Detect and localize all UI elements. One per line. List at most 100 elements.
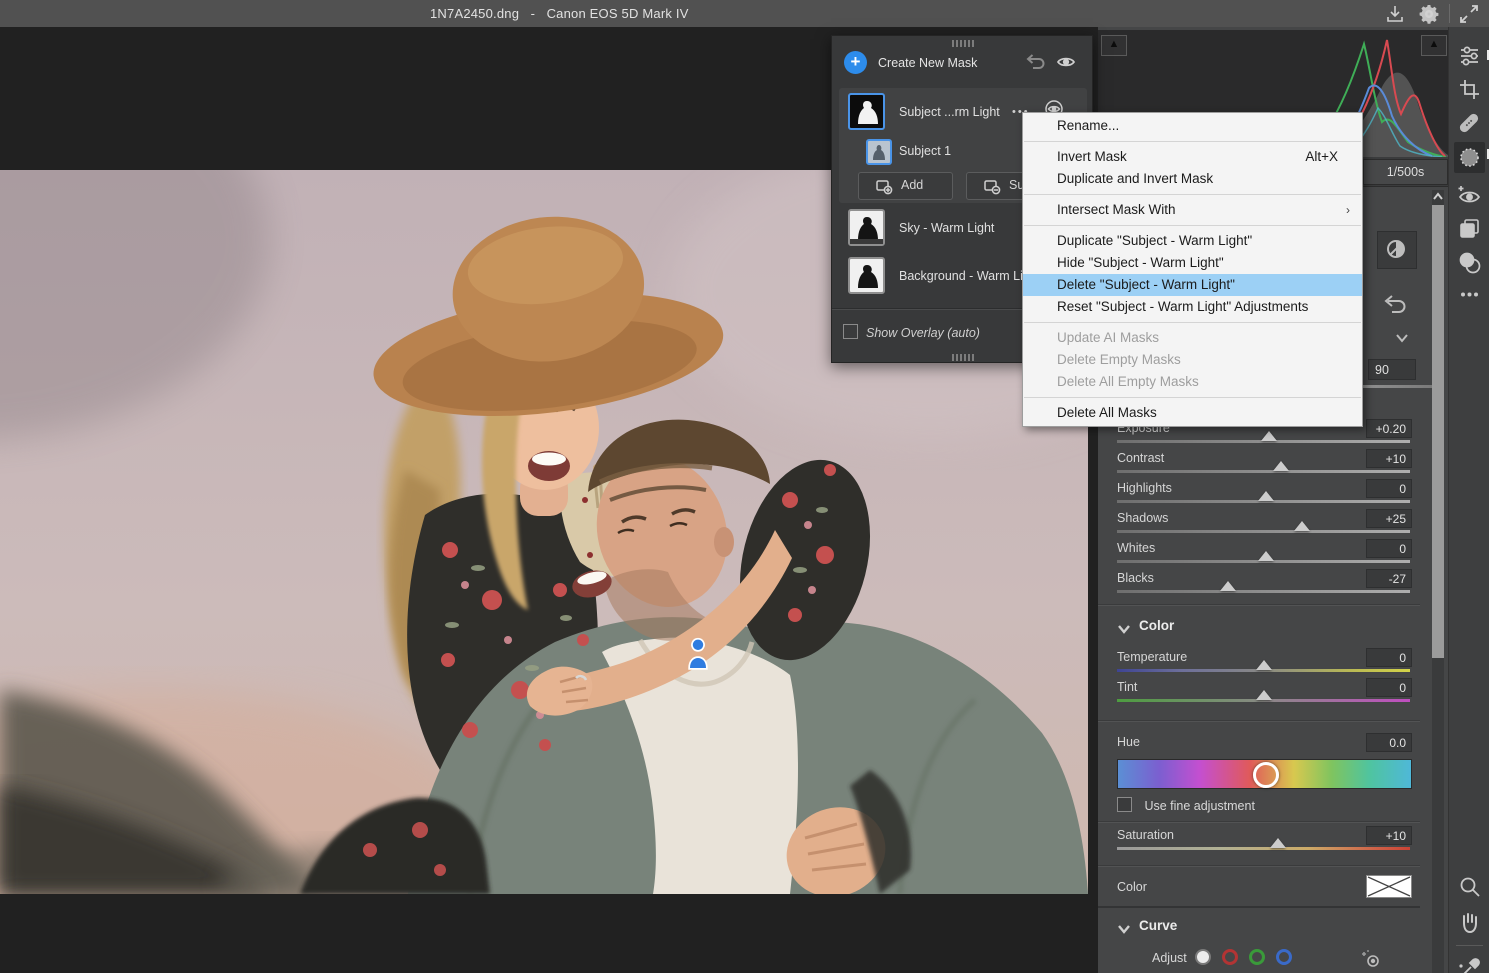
slider-track[interactable] xyxy=(1117,470,1410,473)
color-swatch-label: Color xyxy=(1117,880,1147,894)
slider-track[interactable] xyxy=(1117,590,1410,593)
curve-section-header[interactable]: Curve xyxy=(1139,918,1177,933)
menu-item-delete-all-masks[interactable]: Delete All Masks xyxy=(1023,402,1362,424)
mask-row-subject-label[interactable]: Subject ...rm Light xyxy=(899,105,1000,119)
slider-value[interactable]: 0 xyxy=(1366,678,1412,697)
more-options-icon[interactable] xyxy=(1454,279,1485,310)
healing-brush-icon[interactable] xyxy=(1454,108,1485,139)
crop-icon[interactable] xyxy=(1454,74,1485,105)
section-divider xyxy=(1098,604,1420,606)
add-mask-button[interactable]: Add xyxy=(858,172,953,200)
mask-row-background-label[interactable]: Background - Warm Light xyxy=(899,269,1040,283)
slider-row-highlights: Highlights 0 xyxy=(1098,479,1420,509)
zoom-tool-icon[interactable] xyxy=(1454,872,1485,903)
menu-item-duplicate-mask[interactable]: Duplicate "Subject - Warm Light" xyxy=(1023,230,1362,252)
menu-separator xyxy=(1024,225,1361,226)
mask-thumbnail-subject[interactable] xyxy=(848,93,885,130)
curve-channel-all[interactable] xyxy=(1195,949,1211,965)
fine-adjustment-checkbox[interactable] xyxy=(1117,797,1132,812)
slider-track[interactable] xyxy=(1117,500,1410,503)
menu-item-delete-mask[interactable]: Delete "Subject - Warm Light" xyxy=(1023,274,1362,296)
panel-eye-icon[interactable] xyxy=(1055,52,1077,72)
mask-row-sky-label[interactable]: Sky - Warm Light xyxy=(899,221,994,235)
slider-thumb[interactable] xyxy=(1220,581,1236,591)
tint-track[interactable] xyxy=(1117,699,1410,702)
menu-item-rename[interactable]: Rename... xyxy=(1023,115,1362,137)
menu-item-intersect[interactable]: Intersect Mask With› xyxy=(1023,199,1362,221)
slider-thumb[interactable] xyxy=(1273,461,1289,471)
slider-thumb[interactable] xyxy=(1256,660,1272,670)
slider-thumb[interactable] xyxy=(1256,690,1272,700)
shadow-clipping-indicator[interactable]: ▲ xyxy=(1101,35,1127,56)
mask-thumbnail-background[interactable] xyxy=(848,257,885,294)
panel-grip-bottom[interactable] xyxy=(952,354,976,361)
chevron-down-icon[interactable] xyxy=(1117,624,1131,634)
color-section-header[interactable]: Color xyxy=(1139,618,1174,633)
slider-label: Contrast xyxy=(1117,451,1164,465)
curve-channel-blue[interactable] xyxy=(1276,949,1292,965)
hand-tool-icon[interactable] xyxy=(1454,907,1485,938)
scrollbar-up-arrow[interactable] xyxy=(1431,191,1445,203)
save-download-icon[interactable] xyxy=(1384,3,1406,25)
highlight-clipping-indicator[interactable]: ▲ xyxy=(1421,35,1447,56)
slider-label: Saturation xyxy=(1117,828,1174,842)
slider-track[interactable] xyxy=(1117,530,1410,533)
slider-value[interactable]: +10 xyxy=(1366,449,1412,468)
white-balance-eyedropper-icon[interactable] xyxy=(1454,953,1485,973)
color-grading-icon[interactable] xyxy=(1454,247,1485,278)
reset-icon[interactable] xyxy=(1382,295,1408,315)
slider-thumb[interactable] xyxy=(1261,431,1277,441)
menu-item-duplicate-invert[interactable]: Duplicate and Invert Mask xyxy=(1023,168,1362,190)
hue-gradient-bar[interactable] xyxy=(1117,759,1412,789)
slider-value[interactable]: 0 xyxy=(1366,539,1412,558)
slider-thumb[interactable] xyxy=(1294,521,1310,531)
hue-thumb[interactable] xyxy=(1253,762,1279,788)
color-swatch-none[interactable] xyxy=(1366,875,1412,898)
color-swatch-row: Color xyxy=(1117,878,1420,896)
slider-value[interactable]: +0.20 xyxy=(1366,419,1412,438)
targeted-adjustment-icon[interactable] xyxy=(1360,948,1382,970)
mask-component-thumbnail[interactable] xyxy=(866,139,892,165)
preset-dropdown-chevron[interactable] xyxy=(1394,332,1410,344)
curve-channel-red[interactable] xyxy=(1222,949,1238,965)
edit-sliders-icon[interactable] xyxy=(1454,40,1485,71)
panel-grip-top[interactable] xyxy=(952,40,976,47)
red-eye-icon[interactable] xyxy=(1454,179,1485,210)
create-new-mask-label[interactable]: Create New Mask xyxy=(878,56,977,70)
curve-channel-green[interactable] xyxy=(1249,949,1265,965)
chevron-down-icon[interactable] xyxy=(1117,924,1131,934)
fullscreen-icon[interactable] xyxy=(1458,3,1480,25)
slider-thumb[interactable] xyxy=(1258,491,1274,501)
divider xyxy=(1098,865,1420,867)
slider-thumb[interactable] xyxy=(1258,551,1274,561)
menu-separator xyxy=(1024,194,1361,195)
undo-mask-icon[interactable] xyxy=(1024,52,1046,72)
settings-gear-icon[interactable] xyxy=(1418,3,1440,25)
slider-track[interactable] xyxy=(1117,440,1410,443)
slider-value[interactable]: 0 xyxy=(1366,479,1412,498)
temperature-track[interactable] xyxy=(1117,669,1410,672)
mask-thumbnail-sky[interactable] xyxy=(848,209,885,246)
invert-mask-icon[interactable] xyxy=(1377,231,1417,269)
presets-icon[interactable] xyxy=(1454,213,1485,244)
toolbar-divider xyxy=(1456,945,1483,946)
menu-item-reset-adjustments[interactable]: Reset "Subject - Warm Light" Adjustments xyxy=(1023,296,1362,318)
slider-value[interactable]: 0.0 xyxy=(1366,733,1412,752)
mask-component-label[interactable]: Subject 1 xyxy=(899,144,951,158)
slider-value[interactable]: 0 xyxy=(1366,648,1412,667)
show-overlay-label[interactable]: Show Overlay (auto) xyxy=(866,326,980,340)
panel-scrollbar-thumb[interactable] xyxy=(1432,205,1444,658)
slider-value[interactable]: +10 xyxy=(1366,826,1412,845)
masking-tool-icon[interactable] xyxy=(1454,142,1485,173)
slider-thumb[interactable] xyxy=(1270,838,1286,848)
menu-item-invert-mask[interactable]: Invert MaskAlt+X xyxy=(1023,146,1362,168)
amount-value[interactable]: 90 xyxy=(1368,359,1416,380)
titlebar-divider xyxy=(1449,4,1450,23)
menu-item-hide-mask[interactable]: Hide "Subject - Warm Light" xyxy=(1023,252,1362,274)
slider-track[interactable] xyxy=(1117,560,1410,563)
create-new-mask-icon[interactable]: + xyxy=(844,51,867,74)
slider-value[interactable]: +25 xyxy=(1366,509,1412,528)
slider-value[interactable]: -27 xyxy=(1366,569,1412,588)
show-overlay-checkbox[interactable] xyxy=(843,324,858,339)
saturation-track[interactable] xyxy=(1117,847,1410,850)
